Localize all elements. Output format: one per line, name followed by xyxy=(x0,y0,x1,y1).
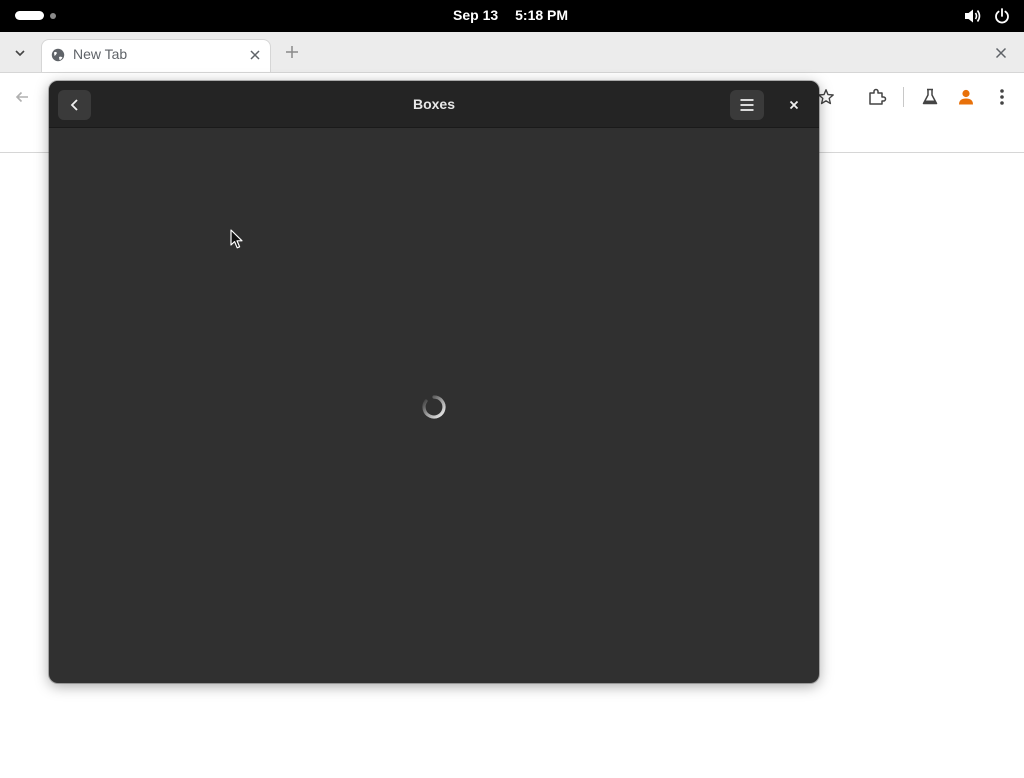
tab-title: New Tab xyxy=(73,46,128,62)
boxes-header-bar: Boxes xyxy=(49,81,819,128)
system-menu-button[interactable] xyxy=(964,8,1010,24)
bookmark-star-icon[interactable] xyxy=(817,88,835,106)
clock-time: 5:18 PM xyxy=(515,7,569,23)
close-icon xyxy=(789,100,799,110)
tab-search-chevron-icon[interactable] xyxy=(11,45,29,61)
activities-button[interactable] xyxy=(15,11,56,20)
toolbar-divider xyxy=(903,87,904,107)
workspace-indicator-active xyxy=(15,11,44,20)
mouse-cursor-icon xyxy=(230,229,243,249)
loading-spinner xyxy=(422,395,446,419)
boxes-main-menu-button[interactable] xyxy=(730,90,764,120)
globe-icon xyxy=(51,48,65,62)
boxes-dialog: Boxes xyxy=(49,81,819,683)
boxes-close-button[interactable] xyxy=(783,94,805,116)
hamburger-menu-icon xyxy=(740,99,754,111)
new-tab-plus-icon[interactable] xyxy=(284,44,300,60)
browser-tab[interactable]: New Tab xyxy=(41,39,271,72)
gnome-top-bar: Sep 13 5:18 PM xyxy=(0,0,1024,32)
extensions-icon[interactable] xyxy=(867,87,887,107)
clock-button[interactable]: Sep 13 5:18 PM xyxy=(453,7,568,23)
browser-close-icon[interactable] xyxy=(994,46,1008,60)
kebab-menu-icon[interactable] xyxy=(996,87,1008,107)
back-arrow-icon[interactable] xyxy=(14,89,30,105)
power-icon xyxy=(995,8,1009,24)
profile-icon[interactable] xyxy=(956,87,976,107)
tab-close-icon[interactable] xyxy=(248,48,262,62)
labs-flask-icon[interactable] xyxy=(920,87,940,107)
volume-icon xyxy=(965,9,981,23)
workspace-indicator-inactive xyxy=(50,12,56,19)
browser-tab-strip: New Tab xyxy=(0,32,1024,72)
clock-date: Sep 13 xyxy=(453,7,499,23)
dialog-title: Boxes xyxy=(412,96,456,112)
